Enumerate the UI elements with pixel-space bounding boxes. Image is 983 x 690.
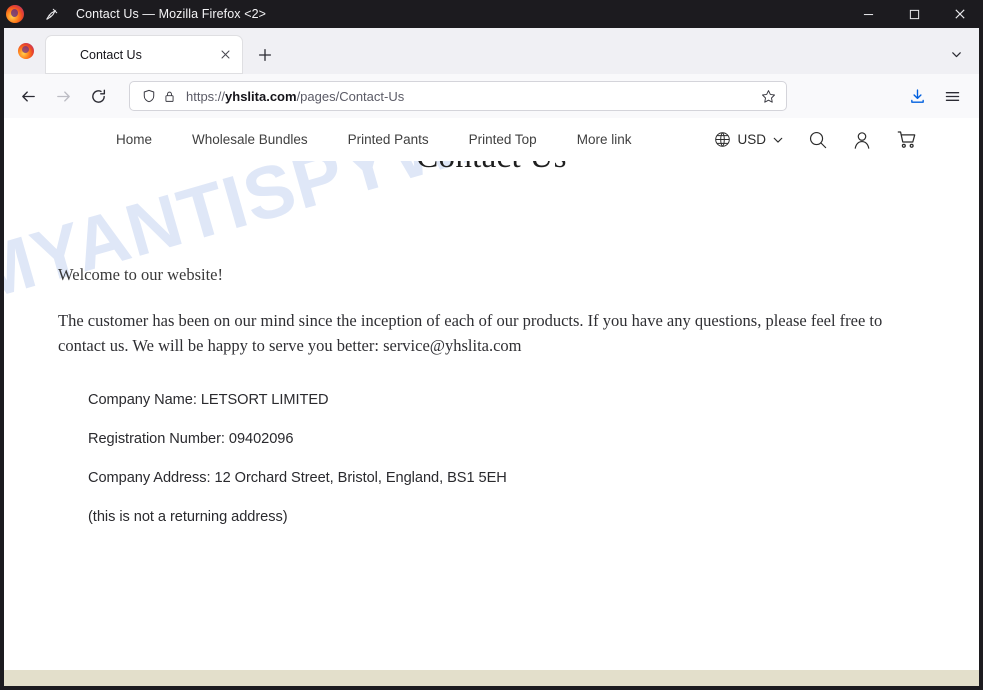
window-controls xyxy=(845,0,983,28)
currency-selector[interactable]: USD xyxy=(714,131,784,148)
new-tab-button[interactable] xyxy=(250,40,280,70)
site-header-actions: USD xyxy=(714,129,917,150)
tab-close-icon[interactable] xyxy=(214,44,236,66)
site-nav-item-printed-top[interactable]: Printed Top xyxy=(469,132,537,147)
site-nav-item-printed-pants[interactable]: Printed Pants xyxy=(348,132,429,147)
bookmark-star-icon[interactable] xyxy=(756,84,780,108)
url-bar[interactable]: https://yhslita.com/pages/Contact-Us xyxy=(129,81,787,111)
page-title-clip: Contact Us xyxy=(54,161,929,193)
forward-arrow-icon xyxy=(47,80,79,112)
pin-icon[interactable] xyxy=(38,1,64,27)
page-content: Contact Us Welcome to our website! The c… xyxy=(4,161,979,525)
firefox-view-icon[interactable] xyxy=(12,37,40,65)
chevron-down-icon xyxy=(772,134,784,146)
hamburger-menu-icon[interactable] xyxy=(936,80,968,112)
detail-returning-address-note: (this is not a returning address) xyxy=(88,509,288,526)
lock-icon[interactable] xyxy=(159,86,179,106)
user-account-icon[interactable] xyxy=(852,130,872,150)
reload-icon[interactable] xyxy=(82,80,114,112)
toolbar-right-group xyxy=(901,80,971,112)
detail-company-address: Company Address: 12 Orchard Street, Bris… xyxy=(88,470,507,487)
search-icon[interactable] xyxy=(808,130,828,150)
page-title: Contact Us xyxy=(54,161,929,176)
close-button[interactable] xyxy=(937,0,983,28)
browser-window: Contact Us — Mozilla Firefox <2> Contact… xyxy=(0,0,983,690)
site-nav-item-home[interactable]: Home xyxy=(116,132,152,147)
page-viewport: Home Wholesale Bundles Printed Pants Pri… xyxy=(0,118,983,690)
company-details: Company Name: LETSORT LIMITED Registrati… xyxy=(54,392,929,525)
welcome-text: Welcome to our website! xyxy=(58,265,223,284)
site-nav-item-more-link[interactable]: More link xyxy=(577,132,632,147)
currency-value: USD xyxy=(737,132,766,147)
detail-company-name: Company Name: LETSORT LIMITED xyxy=(88,392,329,409)
tab-contact-us[interactable]: Contact Us xyxy=(46,36,242,73)
firefox-logo-icon xyxy=(6,5,24,23)
shopping-cart-icon[interactable] xyxy=(896,129,917,150)
web-page: Home Wholesale Bundles Printed Pants Pri… xyxy=(4,118,979,686)
url-scheme: https:// xyxy=(186,88,226,104)
minimize-button[interactable] xyxy=(845,0,891,28)
globe-icon xyxy=(714,131,731,148)
site-header-nav: Home Wholesale Bundles Printed Pants Pri… xyxy=(4,118,979,161)
url-host: yhslita.com xyxy=(225,88,297,104)
detail-registration-number: Registration Number: 09402096 xyxy=(88,431,294,448)
browser-toolbar: https://yhslita.com/pages/Contact-Us xyxy=(0,74,983,118)
list-all-tabs-chevron-down-icon[interactable] xyxy=(941,39,971,69)
maximize-button[interactable] xyxy=(891,0,937,28)
intro-paragraph: The customer has been on our mind since … xyxy=(58,311,883,356)
url-text[interactable]: https://yhslita.com/pages/Contact-Us xyxy=(186,89,756,104)
url-path: /pages/Contact-Us xyxy=(296,88,405,104)
back-arrow-icon[interactable] xyxy=(12,80,44,112)
tab-strip: Contact Us xyxy=(0,28,983,74)
page-bottom-strip xyxy=(4,670,979,686)
tab-title: Contact Us xyxy=(80,47,142,62)
window-titlebar: Contact Us — Mozilla Firefox <2> xyxy=(0,0,983,28)
download-icon[interactable] xyxy=(901,80,933,112)
window-title: Contact Us — Mozilla Firefox <2> xyxy=(76,7,267,21)
site-nav-item-wholesale-bundles[interactable]: Wholesale Bundles xyxy=(192,132,308,147)
shield-icon[interactable] xyxy=(139,86,159,106)
